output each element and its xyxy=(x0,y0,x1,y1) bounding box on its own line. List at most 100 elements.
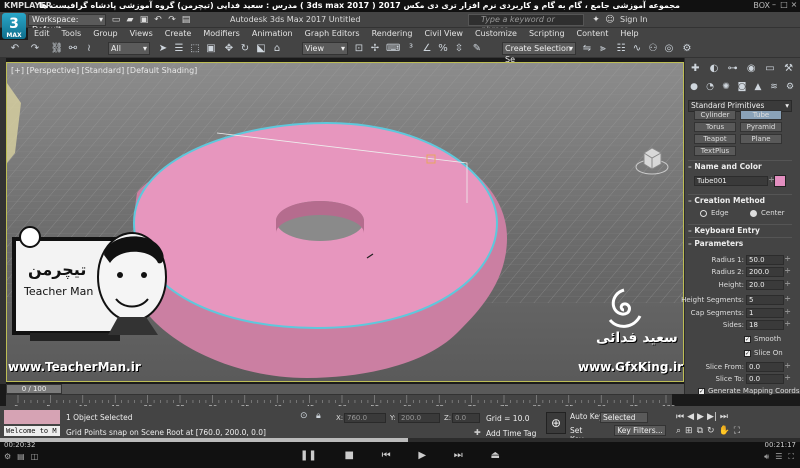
edge-radio[interactable] xyxy=(700,210,707,217)
selection-set-dropdown[interactable]: Create Selection Se xyxy=(502,42,576,64)
schematic-view-icon[interactable]: ⚇ xyxy=(646,42,660,56)
pivot-icon[interactable]: ⊡ xyxy=(352,42,366,56)
binoculars-icon[interactable]: ✦ xyxy=(590,14,602,26)
cap-segments-spinner[interactable]: 1 xyxy=(746,308,791,318)
spacewarps-icon[interactable]: ≋ xyxy=(768,81,780,93)
select-place-icon[interactable]: ⌂ xyxy=(270,42,284,56)
go-to-start-icon[interactable]: ⏮ xyxy=(676,412,684,422)
link-icon[interactable]: ⛓ xyxy=(50,42,64,56)
hierarchy-tab-icon[interactable]: ⊶ xyxy=(726,62,740,76)
zoom-extents-icon[interactable]: ⧉ xyxy=(697,426,703,436)
orbit-icon[interactable]: ↻ xyxy=(707,426,715,436)
window-crossing-icon[interactable]: ▣ xyxy=(204,42,218,56)
modify-tab-icon[interactable]: ◐ xyxy=(707,62,721,76)
save-icon[interactable]: ▣ xyxy=(138,14,150,26)
auto-key-button[interactable]: Auto Key xyxy=(570,412,603,421)
utilities-tab-icon[interactable]: ⚒ xyxy=(782,62,796,76)
3d-icon[interactable]: ◫ xyxy=(31,452,39,461)
named-selection-icon[interactable]: ✎ xyxy=(470,42,484,56)
workspace-dropdown[interactable]: Workspace: Default xyxy=(28,14,106,34)
menu-civil-view[interactable]: Civil View xyxy=(418,28,469,40)
go-to-end-icon[interactable]: ⏭ xyxy=(720,412,728,422)
player-next-icon[interactable]: ⏭ xyxy=(454,450,463,461)
maxscript-listener-box[interactable] xyxy=(4,410,60,424)
player-pause-icon[interactable]: ❚❚ xyxy=(300,450,317,461)
snap-3d-icon[interactable]: ³ xyxy=(404,42,418,56)
create-tab-icon[interactable]: ✚ xyxy=(688,62,702,76)
select-scale-icon[interactable]: ⬕ xyxy=(254,42,268,56)
menu-graph-editors[interactable]: Graph Editors xyxy=(299,28,366,40)
bind-spacewarp-icon[interactable]: ≀ xyxy=(82,42,96,56)
keyboard-entry-rollout[interactable]: Keyboard Entry xyxy=(688,224,792,236)
pan-icon[interactable]: ✋ xyxy=(719,426,730,436)
align-icon[interactable]: ⫸ xyxy=(596,42,610,56)
menu-views[interactable]: Views xyxy=(124,28,159,40)
close-icon[interactable]: × xyxy=(790,0,798,10)
isolate-icon[interactable]: ⊙ xyxy=(300,411,312,423)
subtitle-icon[interactable]: ▤ xyxy=(17,452,25,461)
time-tag-icon[interactable]: ✚ xyxy=(474,428,484,438)
menu-rendering[interactable]: Rendering xyxy=(366,28,419,40)
redo-title-icon[interactable]: ↷ xyxy=(166,14,178,26)
render-setup-icon[interactable]: ⚙ xyxy=(680,42,694,56)
motion-tab-icon[interactable]: ◉ xyxy=(744,62,758,76)
menu-modifiers[interactable]: Modifiers xyxy=(197,28,246,40)
project-icon[interactable]: ▤ xyxy=(180,14,192,26)
cameras-icon[interactable]: ◙ xyxy=(736,81,748,93)
y-coord-field[interactable]: 200.0 xyxy=(398,413,440,423)
volume-icon[interactable]: 🔊︎ xyxy=(764,452,769,462)
keyboard-shortcut-icon[interactable]: ⌨ xyxy=(386,42,400,56)
plane-button[interactable]: Plane xyxy=(740,134,782,144)
lock-selection-icon[interactable]: 🔒︎ xyxy=(316,411,328,423)
zoom-icon[interactable]: ⌕ xyxy=(676,426,681,436)
app-menu-button[interactable]: 3 MAX xyxy=(2,13,26,39)
select-move-icon[interactable]: ✥ xyxy=(222,42,236,56)
teapot-button[interactable]: Teapot xyxy=(694,134,736,144)
systems-icon[interactable]: ⚙ xyxy=(784,81,796,93)
key-mode-dropdown[interactable]: Selected xyxy=(600,412,648,423)
z-coord-field[interactable]: 0.0 xyxy=(452,413,480,423)
reference-coord-dropdown[interactable]: View xyxy=(302,42,348,55)
play-icon[interactable]: ▶ xyxy=(697,412,704,422)
settings-icon[interactable]: ⚙ xyxy=(4,452,11,461)
textplus-button[interactable]: TextPlus xyxy=(694,146,736,156)
select-object-icon[interactable]: ➤ xyxy=(156,42,170,56)
search-input[interactable]: Type a keyword or phrase xyxy=(468,14,584,34)
new-icon[interactable]: ▭ xyxy=(110,14,122,26)
percent-snap-icon[interactable]: % xyxy=(436,42,450,56)
select-rotate-icon[interactable]: ↻ xyxy=(238,42,252,56)
time-slider-track[interactable] xyxy=(6,384,684,394)
slice-on-checkbox[interactable]: ✓ xyxy=(744,350,751,357)
menu-customize[interactable]: Customize xyxy=(469,28,523,40)
sign-in-button[interactable]: Sign In xyxy=(620,15,647,24)
spinner-snap-icon[interactable]: ⇳ xyxy=(452,42,466,56)
redo-icon[interactable]: ↷ xyxy=(28,42,42,56)
display-tab-icon[interactable]: ▭ xyxy=(763,62,777,76)
select-by-name-icon[interactable]: ☰ xyxy=(172,42,186,56)
geometry-icon[interactable]: ● xyxy=(688,81,700,93)
minimize-icon[interactable]: – xyxy=(770,0,778,10)
undo-title-icon[interactable]: ↶ xyxy=(152,14,164,26)
height-spinner[interactable]: 20.0 xyxy=(746,280,791,290)
angle-snap-icon[interactable]: ∠ xyxy=(420,42,434,56)
set-key-big-icon[interactable]: ⊕ xyxy=(546,412,566,434)
menu-edit[interactable]: Edit xyxy=(28,28,56,40)
menu-animation[interactable]: Animation xyxy=(246,28,299,40)
torus-button[interactable]: Torus xyxy=(694,122,736,132)
curve-editor-icon[interactable]: ∿ xyxy=(630,42,644,56)
user-icon[interactable]: ☺ xyxy=(604,14,616,26)
slice-from-spinner[interactable]: 0.0 xyxy=(746,362,791,372)
fullscreen-icon[interactable]: ⛶ xyxy=(788,452,794,462)
player-play-icon[interactable]: ▶ xyxy=(418,450,426,461)
radius2-spinner[interactable]: 200.0 xyxy=(746,267,791,277)
rect-selection-icon[interactable]: ⬚ xyxy=(188,42,202,56)
name-color-rollout[interactable]: Name and Color xyxy=(688,160,792,172)
time-slider[interactable]: 0 / 100 xyxy=(6,384,62,394)
viewcube-icon[interactable] xyxy=(635,143,669,177)
maximize-icon[interactable]: □ xyxy=(780,0,788,10)
pyramid-button[interactable]: Pyramid xyxy=(740,122,782,132)
menu-tools[interactable]: Tools xyxy=(56,28,88,40)
shapes-icon[interactable]: ◔ xyxy=(704,81,716,93)
layer-explorer-icon[interactable]: ☷ xyxy=(614,42,628,56)
gen-mapping-checkbox[interactable]: ✓ xyxy=(698,388,705,395)
